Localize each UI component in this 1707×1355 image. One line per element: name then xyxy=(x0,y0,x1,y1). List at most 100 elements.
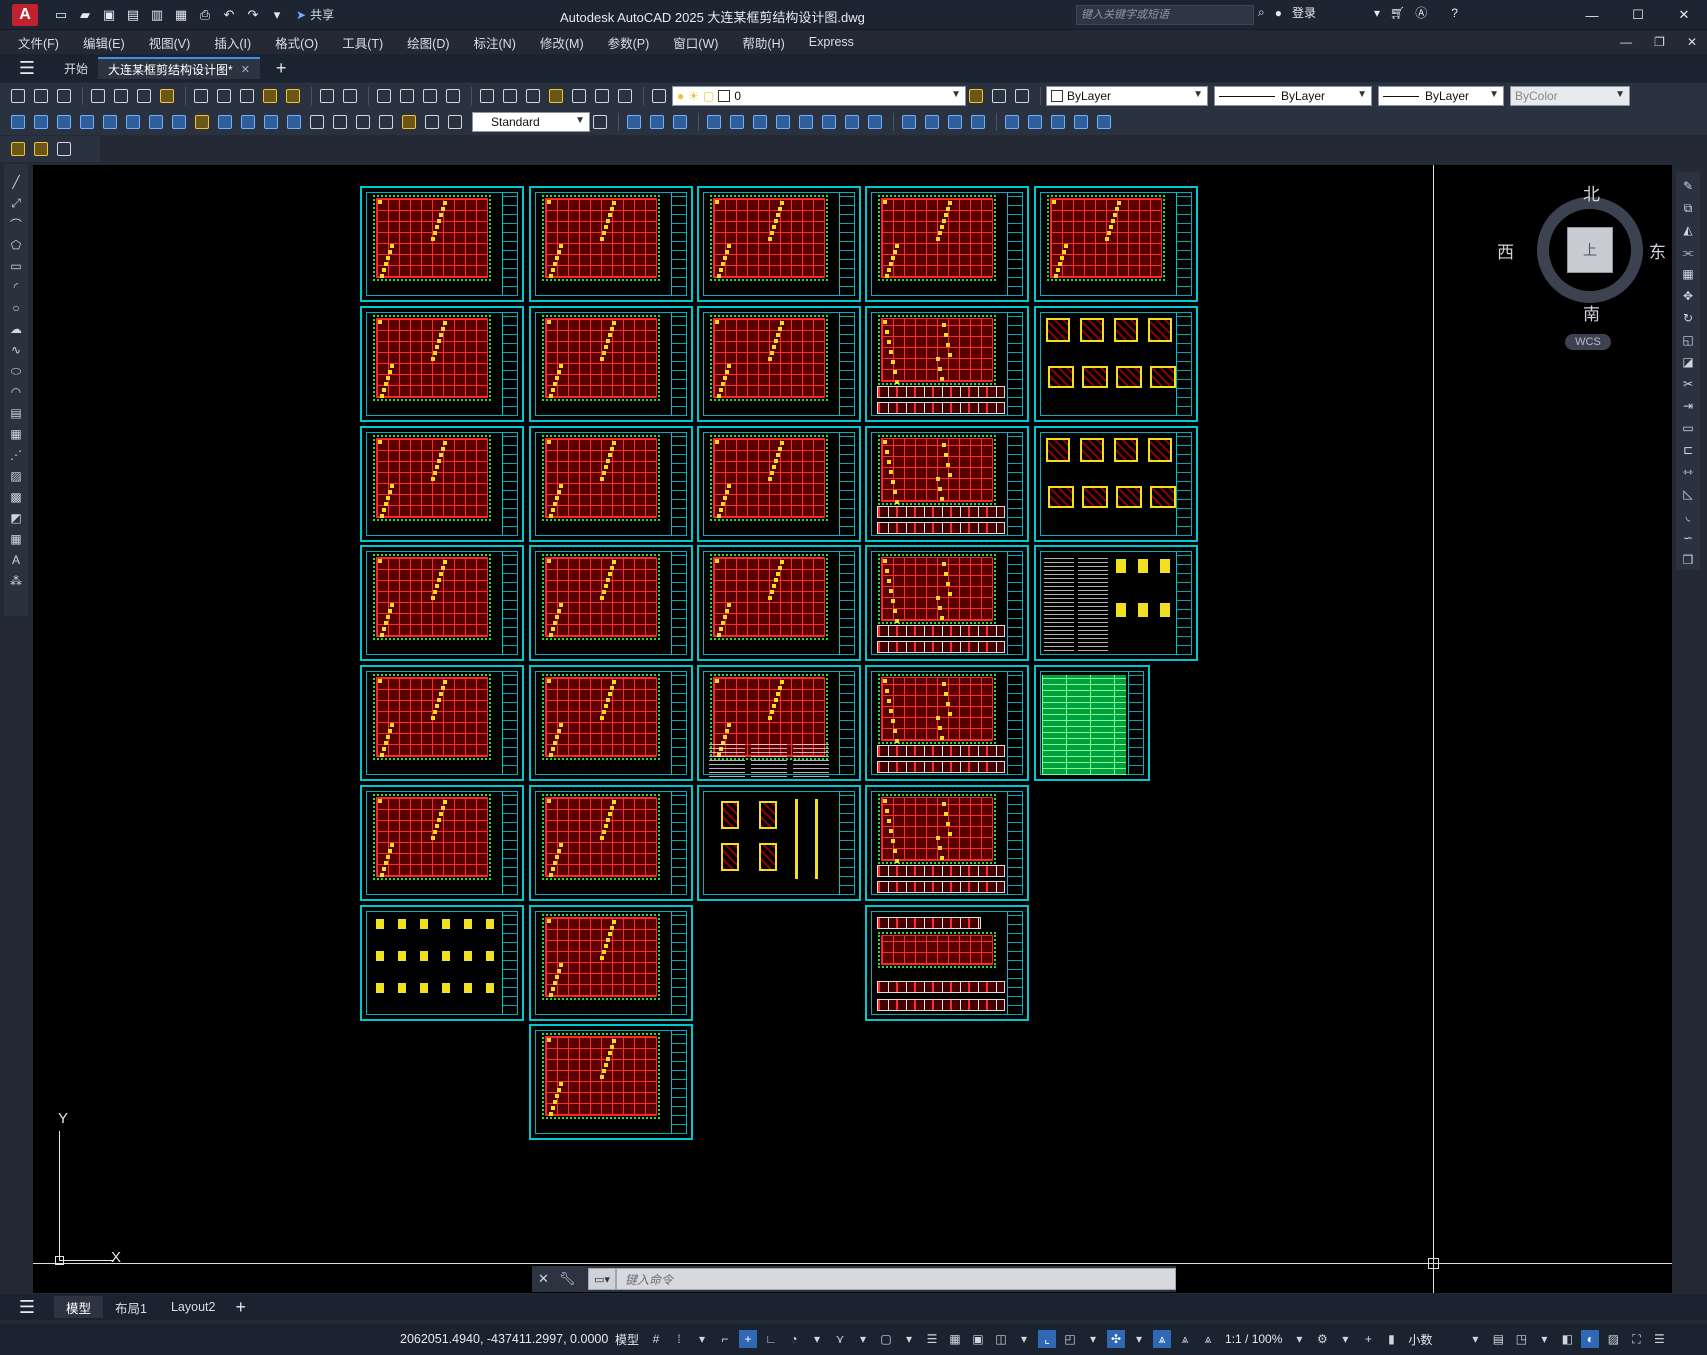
close-icon[interactable]: ✕ xyxy=(1661,0,1707,30)
export-icon[interactable]: ▥ xyxy=(148,6,166,24)
layout-menu-icon[interactable]: ☰ xyxy=(0,1293,54,1321)
transparency-icon[interactable]: ▦ xyxy=(946,1330,964,1348)
pan-icon[interactable] xyxy=(374,86,394,106)
color-dropdown[interactable]: ByLayer ▼ xyxy=(1046,86,1208,106)
sheet-set-icon[interactable] xyxy=(546,86,566,106)
qat-dropdown-icon[interactable]: ▾ xyxy=(268,6,286,24)
wcs-menu[interactable]: WCS xyxy=(1565,334,1611,350)
compass-north[interactable]: 北 xyxy=(1583,180,1600,205)
user-icon[interactable]: ● xyxy=(1275,6,1282,20)
offset-icon[interactable]: ⫘ xyxy=(1680,244,1696,260)
auto-scale-icon[interactable]: ⩓ xyxy=(1176,1330,1194,1348)
ellipse-icon[interactable]: ⬭ xyxy=(8,363,24,379)
search-icon[interactable]: ⌕ xyxy=(1258,5,1265,20)
open-icon[interactable] xyxy=(31,86,51,106)
polar-dropdown-icon[interactable]: ▾ xyxy=(808,1330,826,1348)
3d-osnap-dropdown-icon[interactable]: ▾ xyxy=(1015,1330,1033,1348)
revision-cloud-icon[interactable]: ☁ xyxy=(8,321,24,337)
3d-move-icon[interactable] xyxy=(899,112,919,132)
sheet-manager-icon[interactable] xyxy=(31,139,51,159)
mtext-icon[interactable]: A xyxy=(8,552,24,568)
tab-active-drawing[interactable]: 大连某框剪结构设计图* ✕ xyxy=(98,57,260,79)
arc-icon[interactable]: ◜ xyxy=(8,279,24,295)
zoom-realtime-icon[interactable] xyxy=(397,86,417,106)
calculator-icon[interactable] xyxy=(592,86,612,106)
cylinder-icon[interactable] xyxy=(647,112,667,132)
point-icon[interactable]: ⋰ xyxy=(8,447,24,463)
3d-array-icon[interactable] xyxy=(968,112,988,132)
layer-properties-icon[interactable] xyxy=(649,86,669,106)
table-icon[interactable]: ▦ xyxy=(8,531,24,547)
dim-text-edit-icon[interactable] xyxy=(422,112,442,132)
markup-set-icon[interactable] xyxy=(8,139,28,159)
block-editor-icon[interactable] xyxy=(283,86,303,106)
menu-format[interactable]: 格式(O) xyxy=(275,33,318,52)
region-icon[interactable]: ◩ xyxy=(8,510,24,526)
snap-icon[interactable]: ⁞ xyxy=(670,1330,688,1348)
save-icon[interactable]: ▣ xyxy=(100,6,118,24)
tab-layout2[interactable]: Layout2 xyxy=(159,1296,227,1318)
inspection-icon[interactable] xyxy=(353,112,373,132)
menu-edit[interactable]: 编辑(E) xyxy=(83,33,125,52)
revolve-icon[interactable] xyxy=(773,112,793,132)
construction-line-icon[interactable]: ⤢ xyxy=(8,195,24,211)
menu-modify[interactable]: 修改(M) xyxy=(540,33,584,52)
join-icon[interactable]: ⇿ xyxy=(1680,464,1696,480)
undo-icon[interactable]: ↶ xyxy=(220,6,238,24)
help-icon[interactable]: ? xyxy=(1451,6,1458,20)
copy-icon[interactable] xyxy=(214,86,234,106)
tab-model[interactable]: 模型 xyxy=(54,1296,104,1318)
menu-tools[interactable]: 工具(T) xyxy=(342,33,383,52)
undo-tool-icon[interactable] xyxy=(317,86,337,106)
selection-cycling-icon[interactable]: ▣ xyxy=(969,1330,987,1348)
3d-osnap-icon[interactable]: ◫ xyxy=(992,1330,1010,1348)
section-plane-icon[interactable] xyxy=(1048,112,1068,132)
annotation-scale-icon[interactable]: ⩓ xyxy=(1199,1330,1217,1348)
cut-icon[interactable] xyxy=(191,86,211,106)
units-dropdown-icon[interactable]: ▾ xyxy=(1466,1330,1484,1348)
linetype-dropdown[interactable]: ByLayer ▼ xyxy=(1214,86,1372,106)
drawing-canvas[interactable]: Y X 上 北 南 西 东 WCS xyxy=(33,165,1672,1293)
zoom-window-icon[interactable] xyxy=(420,86,440,106)
menu-parametric[interactable]: 参数(P) xyxy=(608,33,650,52)
dim-space-icon[interactable] xyxy=(261,112,281,132)
tolerance-icon[interactable] xyxy=(307,112,327,132)
diameter-dim-icon[interactable] xyxy=(146,112,166,132)
polyline-icon[interactable]: ⌒ xyxy=(8,216,24,232)
selection-filter-dropdown-icon[interactable]: ▾ xyxy=(1084,1330,1102,1348)
jogged-linear-icon[interactable] xyxy=(376,112,396,132)
copy-object-icon[interactable]: ⧉ xyxy=(1680,200,1696,216)
workspace-gear-icon[interactable]: ⚙ xyxy=(1313,1330,1331,1348)
lineweight-icon[interactable]: ☰ xyxy=(923,1330,941,1348)
compass-east[interactable]: 东 xyxy=(1649,238,1666,263)
intersect-icon[interactable] xyxy=(865,112,885,132)
lineweight-dropdown[interactable]: ByLayer ▼ xyxy=(1378,86,1504,106)
login-dropdown-icon[interactable]: ▾ xyxy=(1374,6,1380,20)
scale-icon[interactable]: ◱ xyxy=(1680,332,1696,348)
close-icon[interactable]: ✕ xyxy=(538,1271,549,1287)
object-snap-dropdown-icon[interactable]: ▾ xyxy=(900,1330,918,1348)
design-center-icon[interactable] xyxy=(500,86,520,106)
minimize-icon[interactable]: — xyxy=(1569,0,1615,30)
box-icon[interactable] xyxy=(624,112,644,132)
blend-curves-icon[interactable]: ∽ xyxy=(1680,530,1696,546)
trim-icon[interactable]: ✂ xyxy=(1680,376,1696,392)
3d-rotate-icon[interactable] xyxy=(922,112,942,132)
arc-length-icon[interactable] xyxy=(54,112,74,132)
zoom-previous-icon[interactable] xyxy=(443,86,463,106)
explode-icon[interactable]: ❒ xyxy=(1680,552,1696,568)
menu-file[interactable]: 文件(F) xyxy=(18,33,59,52)
erase-icon[interactable]: ✎ xyxy=(1680,178,1696,194)
coordinates-readout[interactable]: 2062051.4940, -437411.2997, 0.0000 xyxy=(400,1332,608,1346)
new-file-icon[interactable]: ▭ xyxy=(52,6,70,24)
center-mark-icon[interactable] xyxy=(330,112,350,132)
command-input[interactable]: 键入命令 xyxy=(616,1268,1176,1290)
quick-dim-icon[interactable] xyxy=(192,112,212,132)
sweep-icon[interactable] xyxy=(750,112,770,132)
doc-minimize-icon[interactable]: — xyxy=(1620,35,1632,49)
isolate-objects-icon[interactable]: ◧ xyxy=(1558,1330,1576,1348)
tool-palettes-icon[interactable] xyxy=(523,86,543,106)
layer-dropdown[interactable]: ● ☀ ▢ 0 ▼ xyxy=(672,86,966,106)
share-button[interactable]: ➤ 共享 xyxy=(296,6,334,23)
wrench-icon[interactable]: 🔧︎ xyxy=(559,1271,576,1287)
